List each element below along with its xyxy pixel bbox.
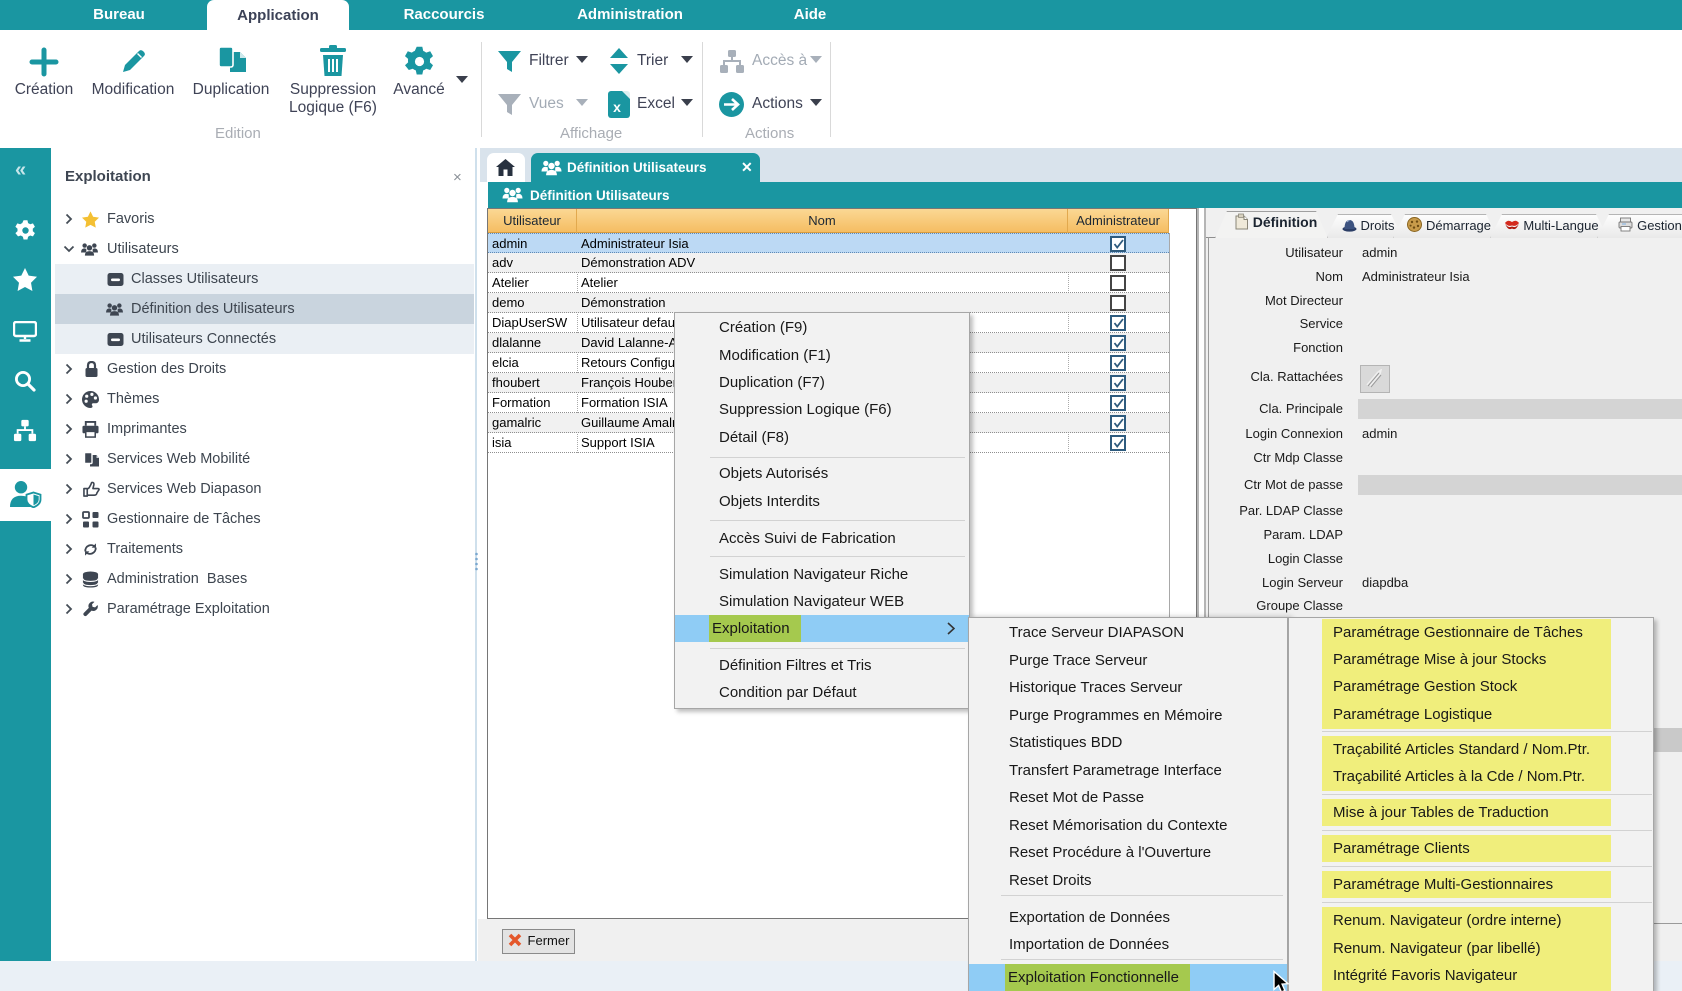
svg-text:x: x: [613, 99, 621, 115]
